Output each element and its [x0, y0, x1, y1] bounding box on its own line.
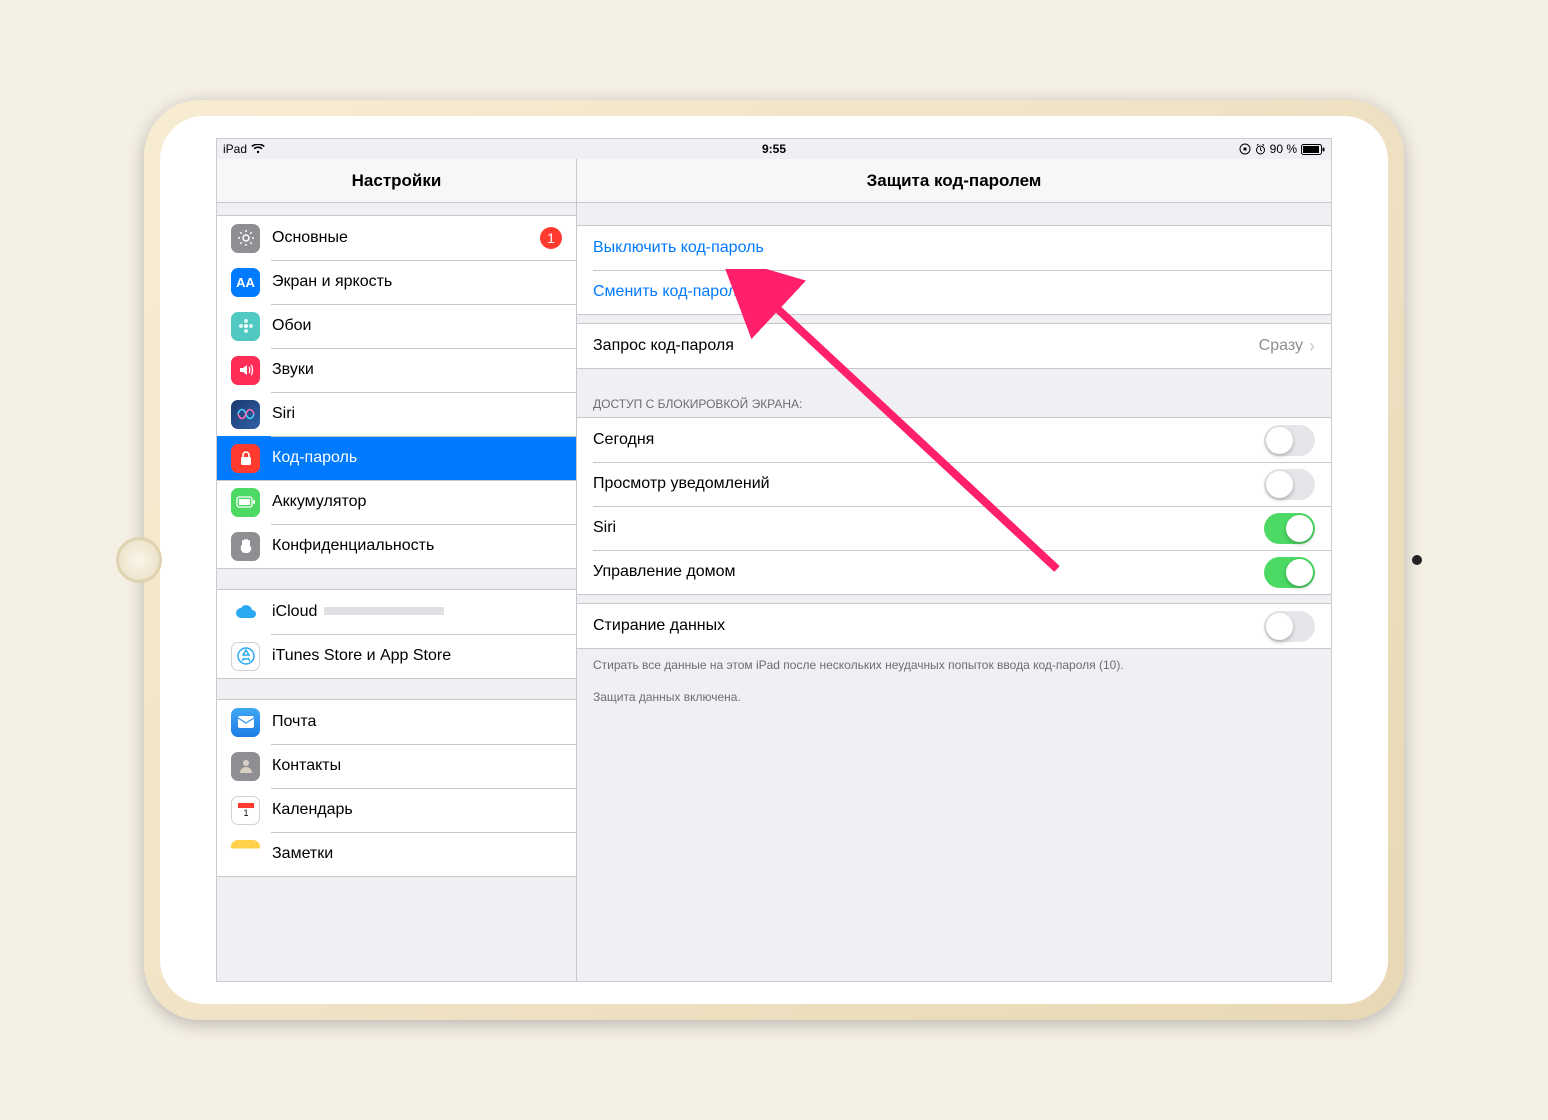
- require-passcode-row[interactable]: Запрос код-пароля Сразу ›: [577, 324, 1331, 368]
- sidebar-item-label: Календарь: [272, 801, 562, 819]
- battery-percent: 90 %: [1270, 142, 1297, 156]
- calendar-icon: 1: [231, 796, 260, 825]
- sidebar-item-battery[interactable]: Аккумулятор: [217, 480, 576, 524]
- toggle-row-notifications: Просмотр уведомлений: [577, 462, 1331, 506]
- sidebar-item-siri[interactable]: Siri: [217, 392, 576, 436]
- device-label: iPad: [223, 142, 247, 156]
- sidebar-list[interactable]: Основные 1 AA Экран и яркость Обои: [217, 203, 576, 877]
- toggle-row-siri: Siri: [577, 506, 1331, 550]
- sidebar-item-contacts[interactable]: Контакты: [217, 744, 576, 788]
- toggle-label: Siri: [593, 519, 616, 537]
- siri-switch[interactable]: [1264, 513, 1315, 544]
- sidebar-item-label: iTunes Store и App Store: [272, 647, 562, 665]
- sidebar-item-wallpaper[interactable]: Обои: [217, 304, 576, 348]
- turn-off-passcode-button[interactable]: Выключить код-пароль: [577, 226, 1331, 270]
- protection-footnote: Защита данных включена.: [577, 681, 1331, 713]
- hand-icon: [231, 532, 260, 561]
- sidebar-item-label: Основные: [272, 229, 540, 247]
- require-value: Сразу: [1259, 337, 1303, 355]
- home-button[interactable]: [116, 537, 162, 583]
- sidebar-item-privacy[interactable]: Конфиденциальность: [217, 524, 576, 568]
- sidebar-item-display[interactable]: AA Экран и яркость: [217, 260, 576, 304]
- rotation-lock-icon: [1239, 143, 1251, 155]
- erase-data-row: Стирание данных: [577, 604, 1331, 648]
- contacts-icon: [231, 752, 260, 781]
- detail-pane: Защита код-паролем Выключить код-пароль …: [577, 159, 1331, 981]
- section-header-lockscreen: ДОСТУП С БЛОКИРОВКОЙ ЭКРАНА:: [577, 391, 1331, 417]
- siri-icon: [231, 400, 260, 429]
- sidebar-item-calendar[interactable]: 1 Календарь: [217, 788, 576, 832]
- text-size-icon: AA: [231, 268, 260, 297]
- chevron-right-icon: ›: [1309, 336, 1315, 357]
- notifications-switch[interactable]: [1264, 469, 1315, 500]
- camera-dot: [1412, 555, 1422, 565]
- cloud-icon: [231, 598, 260, 627]
- sidebar-item-itunes[interactable]: iTunes Store и App Store: [217, 634, 576, 678]
- sidebar-item-mail[interactable]: Почта: [217, 700, 576, 744]
- gear-icon: [231, 224, 260, 253]
- toggle-row-home: Управление домом: [577, 550, 1331, 594]
- toggle-label: Просмотр уведомлений: [593, 475, 770, 493]
- turn-off-label: Выключить код-пароль: [593, 239, 764, 257]
- svg-text:1: 1: [243, 808, 248, 818]
- home-switch[interactable]: [1264, 557, 1315, 588]
- sidebar-item-sounds[interactable]: Звуки: [217, 348, 576, 392]
- appstore-icon: [231, 642, 260, 671]
- sidebar-item-label: iCloud: [272, 603, 562, 621]
- sidebar-item-general[interactable]: Основные 1: [217, 216, 576, 260]
- sidebar-item-notes[interactable]: Заметки: [217, 832, 576, 876]
- sidebar-item-label: Заметки: [272, 845, 562, 863]
- sidebar-item-label: Обои: [272, 317, 562, 335]
- today-switch[interactable]: [1264, 425, 1315, 456]
- sidebar-item-label: Звуки: [272, 361, 562, 379]
- sidebar-item-label: Конфиденциальность: [272, 537, 562, 555]
- change-passcode-button[interactable]: Сменить код-пароль: [577, 270, 1331, 314]
- clock: 9:55: [762, 142, 786, 156]
- sidebar-item-label: Аккумулятор: [272, 493, 562, 511]
- erase-label: Стирание данных: [593, 617, 725, 635]
- mail-icon: [231, 708, 260, 737]
- status-bar: iPad 9:55 90 %: [217, 139, 1331, 159]
- toggle-label: Управление домом: [593, 563, 736, 581]
- badge: 1: [540, 227, 562, 249]
- sidebar-item-icloud[interactable]: iCloud: [217, 590, 576, 634]
- sidebar-item-passcode[interactable]: Код-пароль: [217, 436, 576, 480]
- alarm-icon: [1255, 144, 1266, 155]
- toggle-label: Сегодня: [593, 431, 654, 449]
- detail-title: Защита код-паролем: [577, 159, 1331, 203]
- notes-icon: [231, 840, 260, 869]
- require-label: Запрос код-пароля: [593, 337, 734, 355]
- battery-icon: [1301, 144, 1325, 155]
- sidebar-title: Настройки: [217, 159, 576, 203]
- lock-icon: [231, 444, 260, 473]
- erase-footnote: Стирать все данные на этом iPad после не…: [577, 649, 1331, 681]
- toggle-row-today: Сегодня: [577, 418, 1331, 462]
- sidebar-item-label: Код-пароль: [272, 449, 562, 467]
- sidebar-item-label: Экран и яркость: [272, 273, 562, 291]
- battery-row-icon: [231, 488, 260, 517]
- sidebar-item-label: Контакты: [272, 757, 562, 775]
- change-label: Сменить код-пароль: [593, 283, 745, 301]
- sidebar-item-label: Siri: [272, 405, 562, 423]
- ipad-device-frame: iPad 9:55 90 %: [144, 100, 1404, 1020]
- flower-icon: [231, 312, 260, 341]
- sidebar-item-label: Почта: [272, 713, 562, 731]
- erase-switch[interactable]: [1264, 611, 1315, 642]
- screen: iPad 9:55 90 %: [216, 138, 1332, 982]
- wifi-icon: [251, 144, 265, 154]
- speaker-icon: [231, 356, 260, 385]
- settings-sidebar: Настройки Основные 1 AA Экран и яркость: [217, 159, 577, 981]
